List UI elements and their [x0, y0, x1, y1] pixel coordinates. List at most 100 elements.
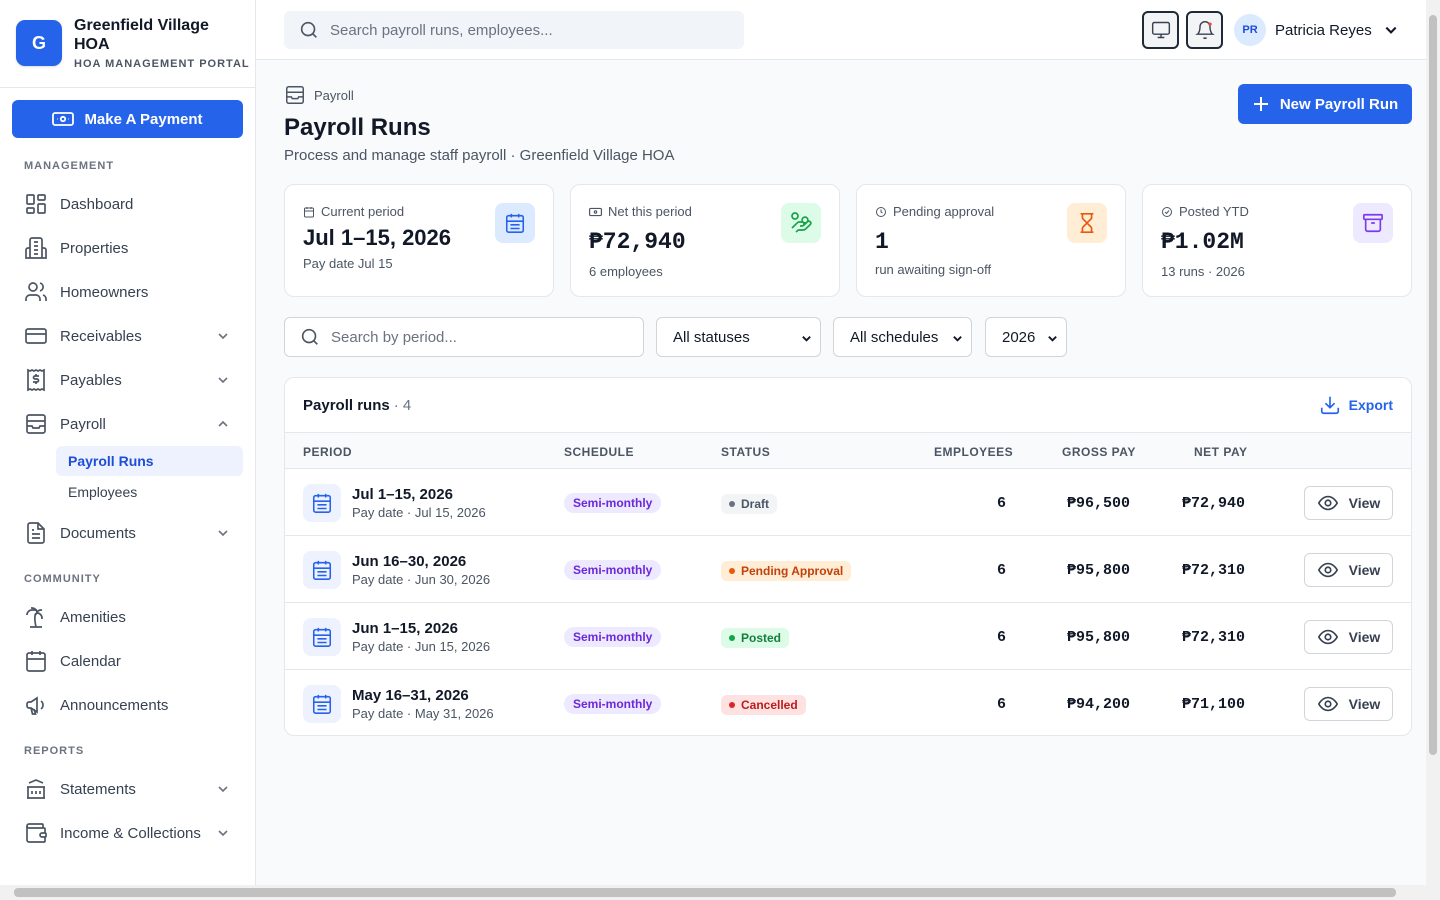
- row-gross-pay: ₱94,200: [1066, 696, 1130, 713]
- row-pay-date: Pay date · Jul 15, 2026: [352, 505, 486, 520]
- brand-logo[interactable]: G: [16, 20, 62, 66]
- table-count: · 4: [393, 396, 412, 414]
- row-period: Jun 1–15, 2026: [352, 620, 458, 637]
- receipt-icon: [27, 368, 45, 392]
- column-gross-pay[interactable]: GROSS PAY: [1062, 445, 1136, 459]
- row-gross-pay: ₱95,800: [1066, 562, 1130, 579]
- table-row[interactable]: Jun 16–30, 2026 Pay date · Jun 30, 2026 …: [285, 536, 1411, 603]
- display-button[interactable]: [1142, 11, 1179, 49]
- notifications-button[interactable]: [1186, 11, 1223, 49]
- row-pay-date: Pay date · Jun 15, 2026: [352, 639, 491, 654]
- status-dot: [729, 635, 735, 641]
- export-button[interactable]: Export: [1319, 394, 1393, 416]
- schedule-badge: Semi-monthly: [564, 493, 662, 513]
- breadcrumb: Payroll: [284, 84, 354, 106]
- user-menu[interactable]: PR Patricia Reyes: [1234, 14, 1398, 46]
- row-period: May 16–31, 2026: [352, 687, 469, 704]
- view-button[interactable]: View: [1304, 553, 1393, 587]
- column-status[interactable]: STATUS: [721, 445, 770, 459]
- card-value: Jul 1–15, 2026: [303, 225, 452, 250]
- column-employees[interactable]: EMPLOYEES: [934, 445, 1013, 459]
- credit-card-icon: [25, 328, 47, 344]
- calendar-icon: [303, 618, 341, 656]
- status-dot: [729, 568, 735, 574]
- view-label: View: [1348, 629, 1381, 645]
- sidebar-item-income-collections[interactable]: Income & Collections: [12, 815, 243, 851]
- sidebar-item-homeowners[interactable]: Homeowners: [12, 274, 243, 310]
- sidebar-item-receivables[interactable]: Receivables: [12, 318, 243, 354]
- column-period[interactable]: PERIOD: [303, 445, 352, 459]
- view-button[interactable]: View: [1304, 687, 1393, 721]
- column-net-pay[interactable]: NET PAY: [1194, 445, 1248, 459]
- sidebar-label: Payroll: [60, 415, 106, 433]
- row-pay-date: Pay date · May 31, 2026: [352, 706, 494, 721]
- page-title: Payroll Runs: [284, 114, 431, 141]
- eye-icon: [1317, 629, 1338, 645]
- sidebar-item-payables[interactable]: Payables: [12, 362, 243, 398]
- status-label: Pending Approval: [741, 564, 844, 578]
- row-pay-date: Pay date · Jun 30, 2026: [352, 572, 491, 587]
- building-icon: [25, 237, 47, 259]
- column-schedule[interactable]: SCHEDULE: [564, 445, 634, 459]
- view-label: View: [1348, 696, 1381, 712]
- sidebar: G Greenfield Village HOA HOA MANAGEMENT …: [0, 0, 256, 885]
- section-management: MANAGEMENT: [24, 160, 115, 172]
- calendar-icon: [495, 203, 535, 243]
- export-label: Export: [1348, 397, 1393, 413]
- card-foot: Pay date Jul 15: [303, 256, 393, 271]
- year-select[interactable]: 2026: [985, 317, 1067, 357]
- calendar-icon: [303, 551, 341, 589]
- period-search[interactable]: [284, 317, 644, 357]
- schedule-badge: Semi-monthly: [564, 694, 662, 714]
- sidebar-subitem-employees[interactable]: Employees: [56, 477, 243, 507]
- sidebar-item-dashboard[interactable]: Dashboard: [12, 186, 243, 222]
- global-search[interactable]: [284, 11, 744, 49]
- breadcrumb-label[interactable]: Payroll: [314, 88, 354, 103]
- page-subtitle: Process and manage staff payroll · Green…: [284, 147, 675, 164]
- vertical-scrollbar-thumb[interactable]: [1429, 15, 1437, 755]
- table-row[interactable]: Jul 1–15, 2026 Pay date · Jul 15, 2026 S…: [285, 469, 1411, 536]
- calendar-icon: [303, 685, 341, 723]
- stat-card-posted-ytd: Posted YTD ₱1.02M 13 runs · 2026: [1142, 184, 1412, 297]
- view-button[interactable]: View: [1304, 620, 1393, 654]
- status-badge: Cancelled: [721, 695, 806, 715]
- section-reports: REPORTS: [24, 745, 85, 757]
- row-employees: 6: [996, 495, 1006, 512]
- bank-icon: [27, 779, 45, 799]
- horizontal-scrollbar[interactable]: [0, 885, 1440, 900]
- hand-coins-icon: [781, 203, 821, 243]
- vertical-scrollbar[interactable]: [1426, 0, 1440, 885]
- row-employees: 6: [996, 696, 1006, 713]
- sidebar-item-payroll[interactable]: Payroll: [12, 406, 243, 442]
- status-badge: Pending Approval: [721, 561, 852, 581]
- horizontal-scrollbar-thumb[interactable]: [14, 888, 1396, 897]
- row-employees: 6: [996, 629, 1006, 646]
- sidebar-label: Payables: [60, 371, 122, 389]
- sidebar-label: Properties: [60, 239, 129, 257]
- chevron-down-icon: [218, 377, 228, 384]
- global-search-input[interactable]: [330, 21, 730, 39]
- table-row[interactable]: May 16–31, 2026 Pay date · May 31, 2026 …: [285, 670, 1411, 735]
- search-icon: [301, 328, 318, 345]
- schedule-select-value: All schedules: [850, 328, 939, 346]
- chevron-down-icon: [218, 786, 228, 793]
- sidebar-item-calendar[interactable]: Calendar: [12, 643, 243, 679]
- megaphone-icon: [26, 696, 44, 715]
- sidebar-item-amenities[interactable]: Amenities: [12, 599, 243, 635]
- card-foot: 6 employees: [589, 264, 663, 279]
- table-row[interactable]: Jun 1–15, 2026 Pay date · Jun 15, 2026 S…: [285, 603, 1411, 670]
- sidebar-item-documents[interactable]: Documents: [12, 515, 243, 551]
- status-label: Draft: [741, 497, 770, 511]
- download-icon: [1320, 396, 1339, 415]
- make-payment-button[interactable]: Make A Payment: [12, 100, 243, 138]
- schedule-select[interactable]: All schedules: [833, 317, 972, 357]
- view-button[interactable]: View: [1304, 486, 1393, 520]
- period-search-input[interactable]: [331, 328, 631, 346]
- sidebar-subitem-payroll-runs[interactable]: Payroll Runs: [56, 446, 243, 476]
- status-select[interactable]: All statuses: [656, 317, 821, 357]
- sidebar-item-statements[interactable]: Statements: [12, 771, 243, 807]
- users-icon: [25, 282, 47, 301]
- sidebar-item-announcements[interactable]: Announcements: [12, 687, 243, 723]
- sidebar-item-properties[interactable]: Properties: [12, 230, 243, 266]
- new-payroll-run-button[interactable]: New Payroll Run: [1238, 84, 1412, 124]
